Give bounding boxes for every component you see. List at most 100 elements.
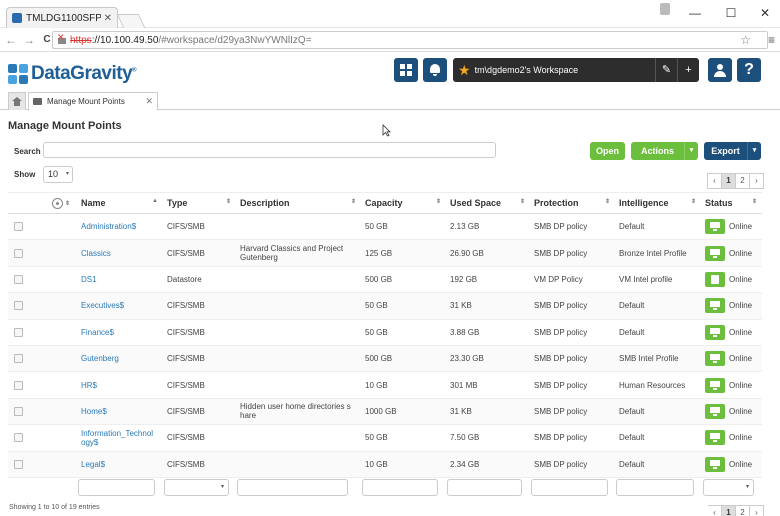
edit-workspace-icon[interactable]: ✎ — [655, 58, 677, 82]
filter-description-input[interactable] — [237, 479, 348, 496]
tab-close-icon[interactable]: ✕ — [145, 96, 153, 107]
browser-tab[interactable]: TMLDG1100SFP02 - D ✕ — [6, 7, 118, 28]
column-header-status[interactable]: Status ⇕ — [701, 192, 762, 214]
column-header-name[interactable]: Name ▲ — [77, 192, 163, 214]
filter-type-select[interactable]: ▾ — [164, 479, 229, 496]
sort-icon[interactable]: ⇕ — [691, 198, 696, 205]
chevron-down-icon[interactable]: ▾ — [684, 142, 698, 160]
row-checkbox[interactable] — [14, 354, 23, 364]
new-tab-button[interactable] — [116, 14, 146, 28]
description-cell — [236, 424, 361, 452]
mount-point-link[interactable]: Finance$ — [81, 328, 114, 337]
table-row[interactable]: Information_Technol ogy$ CIFS/SMB 50 GB 7.5… — [8, 424, 762, 452]
profile-icon[interactable] — [660, 3, 670, 15]
mount-point-link[interactable]: Legal$ — [81, 460, 105, 469]
export-button[interactable]: Export ▾ — [704, 142, 761, 160]
apps-grid-button[interactable] — [394, 58, 418, 82]
row-checkbox[interactable] — [14, 406, 23, 416]
mount-point-link[interactable]: Executives$ — [81, 301, 124, 310]
sort-icon[interactable]: ⇕ — [226, 198, 231, 205]
mount-point-link[interactable]: Gutenberg — [81, 354, 119, 363]
column-settings-icon[interactable] — [52, 197, 63, 209]
chevron-down-icon[interactable]: ▾ — [747, 142, 761, 160]
sort-icon[interactable]: ⇕ — [752, 198, 757, 205]
page-1-button[interactable]: 1 — [721, 173, 736, 189]
browser-menu-icon[interactable]: ≡ — [768, 33, 775, 47]
table-row[interactable]: HR$ CIFS/SMB 10 GB 301 MB SMB DP policy Human… — [8, 371, 762, 399]
column-header-protection[interactable]: Protection ⇕ — [530, 192, 615, 214]
logo[interactable]: DataGravity® — [8, 63, 137, 85]
mount-point-link[interactable]: Home$ — [81, 407, 107, 416]
search-input[interactable] — [43, 142, 496, 158]
page-2-button[interactable]: 2 — [735, 505, 750, 516]
sort-icon[interactable]: ⇕ — [520, 198, 525, 205]
table-row[interactable]: Home$ CIFS/SMB Hidden user home directorie… — [8, 398, 762, 426]
row-checkbox[interactable] — [14, 222, 23, 232]
address-bar[interactable]: https ://10.100.49.50 /#workspace/d29ya3… — [52, 31, 768, 49]
column-header-description[interactable]: Description ⇕ — [236, 192, 361, 214]
table-row[interactable]: Classics CIFS/SMB Harvard Classics and Pro… — [8, 239, 762, 267]
table-row[interactable]: Executives$ CIFS/SMB 50 GB 31 KB SMB DP poli… — [8, 292, 762, 320]
mount-point-link[interactable]: HR$ — [81, 381, 97, 390]
mount-point-link[interactable]: Information_Technol ogy$ — [81, 429, 153, 447]
row-checkbox[interactable] — [14, 380, 23, 390]
filter-used-space-input[interactable] — [447, 479, 522, 496]
table-row[interactable]: Legal$ CIFS/SMB 10 GB 2.34 GB SMB DP policy D… — [8, 451, 762, 478]
prev-page-button[interactable]: ‹ — [707, 173, 722, 189]
capacity-cell: 50 GB — [361, 213, 446, 241]
page-2-button[interactable]: 2 — [735, 173, 750, 189]
sort-asc-icon[interactable]: ▲ — [152, 198, 158, 204]
row-checkbox[interactable] — [14, 274, 23, 284]
add-workspace-icon[interactable]: + — [677, 58, 699, 82]
sort-icon[interactable]: ⇕ — [65, 200, 70, 207]
table-row[interactable]: Administration$ CIFS/SMB 50 GB 2.13 GB SMB D… — [8, 213, 762, 241]
column-header-settings[interactable]: ⇕ — [48, 192, 77, 214]
table-row[interactable]: Finance$ CIFS/SMB 50 GB 3.88 GB SMB DP polic… — [8, 319, 762, 346]
actions-button[interactable]: Actions ▾ — [631, 142, 698, 160]
help-button[interactable]: ? — [737, 58, 761, 82]
filter-protection-input[interactable] — [531, 479, 608, 496]
table-row[interactable]: Gutenberg CIFS/SMB 500 GB 23.30 GB SMB DP po… — [8, 345, 762, 373]
row-checkbox[interactable] — [14, 248, 23, 258]
forward-button[interactable]: → — [20, 33, 38, 47]
row-checkbox[interactable] — [14, 327, 23, 337]
row-checkbox[interactable] — [14, 433, 23, 443]
column-header-used-space[interactable]: Used Space ⇕ — [446, 192, 530, 214]
page-1-button[interactable]: 1 — [721, 505, 736, 516]
filter-capacity-input[interactable] — [362, 479, 438, 496]
open-button[interactable]: Open — [590, 142, 625, 160]
row-checkbox[interactable] — [14, 459, 23, 469]
workspace-selector[interactable]: ★ tm\dgdemo2's Workspace ✎ + — [453, 58, 699, 82]
insecure-lock-icon[interactable] — [57, 32, 67, 45]
sort-icon[interactable]: ⇕ — [351, 198, 356, 205]
tab-manage-mount-points[interactable]: Manage Mount Points ✕ — [28, 92, 158, 111]
notifications-button[interactable] — [423, 58, 447, 82]
filter-intelligence-input[interactable] — [616, 479, 694, 496]
next-page-button[interactable]: › — [749, 173, 764, 189]
close-window-button[interactable]: ✕ — [754, 4, 776, 22]
row-select-cell — [8, 319, 48, 346]
filter-status-select[interactable]: ▾ — [703, 479, 754, 496]
table-row[interactable]: DS1 Datastore 500 GB 192 GB VM DP Policy VM I… — [8, 266, 762, 294]
maximize-button[interactable]: ☐ — [720, 4, 742, 22]
mount-point-link[interactable]: DS1 — [81, 275, 97, 284]
column-header-capacity[interactable]: Capacity ⇕ — [361, 192, 446, 214]
home-tab[interactable] — [8, 92, 26, 110]
filter-name-input[interactable] — [78, 479, 155, 496]
prev-page-button[interactable]: ‹ — [708, 505, 722, 516]
next-page-button[interactable]: › — [749, 505, 764, 516]
status-text: Online — [729, 459, 753, 469]
user-button[interactable] — [708, 58, 732, 82]
mount-point-link[interactable]: Administration$ — [81, 222, 136, 231]
mount-point-link[interactable]: Classics — [81, 249, 111, 258]
page-size-select[interactable]: 10 ▾ — [43, 166, 73, 183]
column-header-type[interactable]: Type ⇕ — [163, 192, 236, 214]
back-button[interactable]: ← — [2, 33, 20, 47]
sort-icon[interactable]: ⇕ — [436, 198, 441, 205]
tab-close-icon[interactable]: ✕ — [104, 13, 112, 24]
minimize-button[interactable]: — — [684, 4, 706, 22]
row-checkbox[interactable] — [14, 301, 23, 311]
sort-icon[interactable]: ⇕ — [605, 198, 610, 205]
column-header-intelligence[interactable]: Intelligence ⇕ — [615, 192, 701, 214]
bookmark-star-icon[interactable]: ☆ — [740, 33, 751, 47]
